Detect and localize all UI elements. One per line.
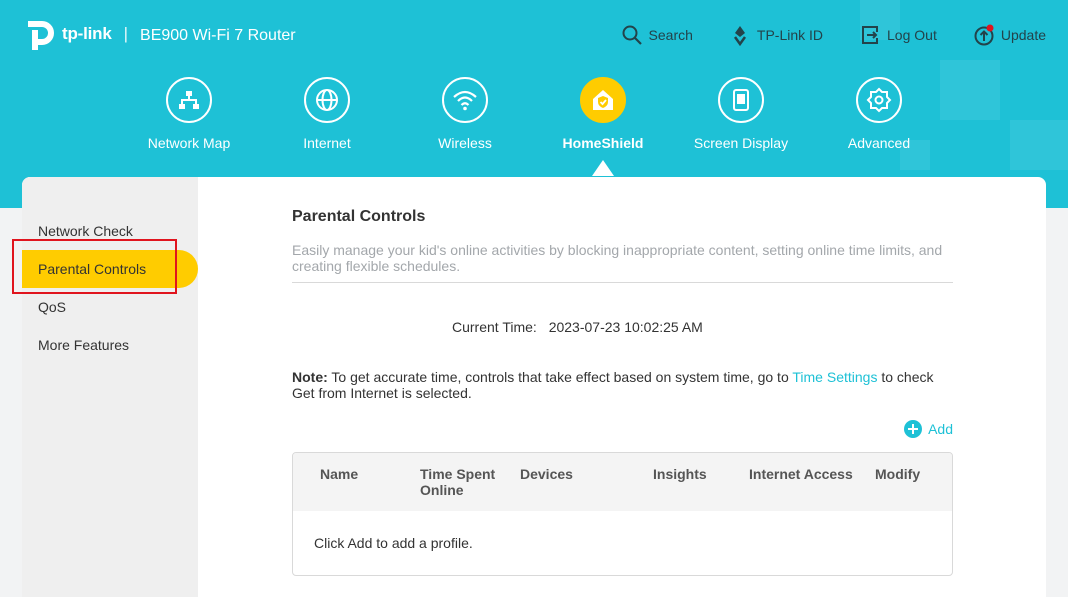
- nav-internet[interactable]: Internet: [258, 77, 396, 151]
- note: Note: To get accurate time, controls tha…: [292, 369, 953, 401]
- sidebar-item-label: More Features: [38, 337, 130, 353]
- logo-separator: |: [123, 24, 129, 43]
- note-text: To get accurate time, controls that take…: [327, 369, 793, 385]
- globe-icon: [304, 77, 350, 123]
- column-header-time-spent-online: Time Spent Online: [420, 466, 496, 498]
- column-header-devices: Devices: [520, 466, 573, 482]
- divider: [292, 282, 953, 283]
- nav-label: Internet: [303, 135, 351, 151]
- logo-text: tp-link: [62, 24, 112, 43]
- nav-label: Wireless: [438, 135, 492, 151]
- tplink-id-button[interactable]: TP-Link ID: [729, 24, 823, 46]
- search-label: Search: [648, 27, 693, 43]
- table-header: Name Time Spent Online Devices Insights …: [293, 453, 952, 511]
- column-header-modify: Modify: [875, 466, 921, 482]
- active-nav-pointer: [592, 160, 614, 176]
- search-icon: [622, 25, 642, 45]
- column-header-insights: Insights: [653, 466, 707, 482]
- sidebar-item-label: Network Check: [38, 223, 133, 239]
- current-time-label: Current Time:: [452, 319, 537, 335]
- page-description: Easily manage your kid's online activiti…: [292, 242, 943, 274]
- add-profile-button[interactable]: Add: [904, 420, 953, 438]
- column-header-name: Name: [320, 466, 359, 482]
- router-model: BE900 Wi-Fi 7 Router: [140, 27, 296, 44]
- nav-label: HomeShield: [562, 135, 644, 151]
- current-time-value: 2023-07-23 10:02:25 AM: [548, 319, 703, 335]
- screen-display-icon: [718, 77, 764, 123]
- update-icon: [974, 24, 994, 46]
- nav-screen-display[interactable]: Screen Display: [672, 77, 810, 151]
- highlight-box: [12, 239, 177, 294]
- nav-label: Screen Display: [693, 135, 789, 151]
- nav-advanced[interactable]: Advanced: [810, 77, 948, 151]
- nav-homeshield[interactable]: HomeShield: [534, 77, 672, 151]
- main-nav: Network Map Internet Wireless HomeShield…: [120, 77, 948, 151]
- tplink-id-label: TP-Link ID: [756, 27, 824, 43]
- logout-label: Log Out: [887, 27, 937, 43]
- brand: tp-link | BE900 Wi-Fi 7 Router: [22, 16, 296, 52]
- homeshield-icon: [580, 77, 626, 123]
- logout-button[interactable]: Log Out: [859, 24, 937, 46]
- wifi-icon: [442, 77, 488, 123]
- tplink-id-icon: [733, 26, 746, 46]
- current-time: Current Time: 2023-07-23 10:02:25 AM: [452, 319, 703, 335]
- page-title: Parental Controls: [292, 208, 426, 225]
- update-label: Update: [1000, 27, 1046, 43]
- nav-label: Advanced: [847, 135, 911, 151]
- add-label: Add: [928, 421, 953, 437]
- profiles-table: Name Time Spent Online Devices Insights …: [292, 452, 953, 576]
- tplink-logo-icon: [22, 16, 58, 52]
- update-button[interactable]: Update: [973, 24, 1046, 46]
- note-label: Note:: [292, 369, 328, 385]
- search-button[interactable]: Search: [621, 24, 693, 46]
- decoration: [940, 60, 1000, 120]
- time-settings-link[interactable]: Time Settings: [792, 369, 877, 385]
- nav-label: Network Map: [147, 135, 231, 151]
- column-header-internet-access: Internet Access: [749, 466, 853, 482]
- add-icon: [904, 420, 923, 438]
- top-actions: Search TP-Link ID Log Out Update: [621, 24, 1046, 46]
- nav-network-map[interactable]: Network Map: [120, 77, 258, 151]
- sidebar-item-label: QoS: [38, 299, 67, 315]
- decoration: [1010, 120, 1068, 170]
- network-map-icon: [166, 77, 212, 123]
- nav-wireless[interactable]: Wireless: [396, 77, 534, 151]
- logout-icon: [862, 26, 879, 44]
- sidebar-item-more-features[interactable]: More Features: [22, 326, 198, 364]
- empty-state-text: Click Add to add a profile.: [314, 535, 473, 551]
- gear-icon: [856, 77, 902, 123]
